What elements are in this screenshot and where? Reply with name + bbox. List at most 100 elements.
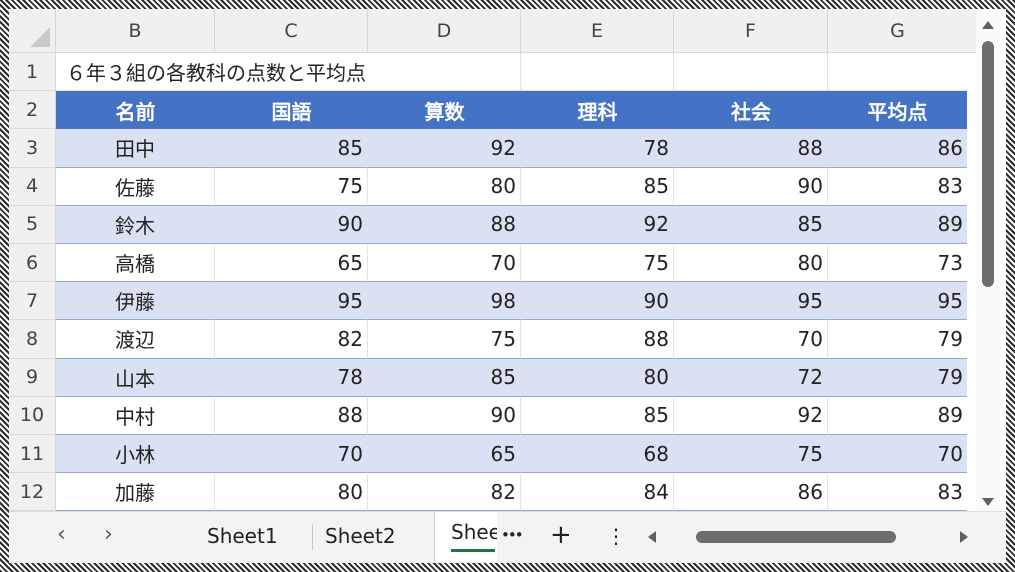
column-header[interactable]: D [368,9,521,53]
row-header[interactable]: 9 [9,358,56,397]
tab-sheet3-active[interactable]: Sheet3 [434,512,497,562]
horizontal-scroll-thumb[interactable] [696,531,896,543]
table-header-cell[interactable]: 名前 [56,91,215,130]
select-all-corner[interactable] [9,9,56,53]
score-cell[interactable]: 80 [521,358,674,397]
score-cell[interactable]: 73 [828,244,967,283]
row-header[interactable]: 3 [9,129,56,168]
score-cell[interactable]: 75 [215,167,368,206]
score-cell[interactable]: 85 [674,205,828,244]
score-cell[interactable]: 80 [368,167,521,206]
score-cell[interactable]: 92 [521,205,674,244]
scroll-up-icon[interactable] [982,21,994,29]
student-name-cell[interactable]: 渡辺 [56,320,215,359]
scroll-down-icon[interactable] [982,498,994,506]
score-cell[interactable]: 65 [368,435,521,474]
score-cell[interactable]: 68 [521,435,674,474]
table-header-cell[interactable]: 社会 [674,91,828,130]
score-cell[interactable]: 88 [674,129,828,168]
score-cell[interactable]: 95 [215,282,368,321]
row-header[interactable]: 8 [9,320,56,359]
score-cell[interactable]: 89 [828,205,967,244]
score-cell[interactable]: 70 [674,320,828,359]
add-sheet-button[interactable]: + [550,520,572,550]
horizontal-scrollbar[interactable] [644,527,979,547]
score-cell[interactable]: 75 [368,320,521,359]
column-header[interactable]: E [521,9,674,53]
score-cell[interactable]: 75 [674,435,828,474]
score-cell[interactable]: 72 [674,358,828,397]
score-cell[interactable]: 88 [521,320,674,359]
score-cell[interactable]: 88 [368,205,521,244]
student-name-cell[interactable]: 中村 [56,396,215,435]
score-cell[interactable]: 85 [521,167,674,206]
tab-sheet1[interactable]: Sheet1 [207,524,278,548]
student-name-cell[interactable]: 佐藤 [56,167,215,206]
score-cell[interactable]: 78 [215,358,368,397]
table-header-cell[interactable]: 平均点 [828,91,967,130]
score-cell[interactable]: 95 [674,282,828,321]
score-cell[interactable]: 86 [674,473,828,512]
score-cell[interactable]: 88 [215,396,368,435]
vertical-scroll-thumb[interactable] [982,41,994,287]
empty-cell[interactable] [828,53,967,92]
score-cell[interactable]: 80 [674,244,828,283]
score-cell[interactable]: 85 [521,396,674,435]
score-cell[interactable]: 82 [368,473,521,512]
score-cell[interactable]: 90 [215,205,368,244]
score-cell[interactable]: 75 [521,244,674,283]
row-header[interactable]: 12 [9,473,56,512]
row-header[interactable]: 5 [9,205,56,244]
score-cell[interactable]: 86 [828,129,967,168]
table-header-cell[interactable]: 国語 [215,91,368,130]
score-cell[interactable]: 90 [521,282,674,321]
student-name-cell[interactable]: 山本 [56,358,215,397]
column-header[interactable]: C [215,9,368,53]
row-header[interactable]: 2 [9,91,56,130]
tab-sheet2[interactable]: Sheet2 [325,524,396,548]
row-header[interactable]: 1 [9,53,56,92]
scroll-left-icon[interactable] [648,531,656,543]
column-header[interactable]: B [56,9,215,53]
score-cell[interactable]: 95 [828,282,967,321]
student-name-cell[interactable]: 加藤 [56,473,215,512]
vertical-scrollbar[interactable] [976,9,1000,511]
score-cell[interactable]: 90 [674,167,828,206]
row-header[interactable]: 11 [9,435,56,474]
score-cell[interactable]: 82 [215,320,368,359]
column-header[interactable]: F [674,9,828,53]
row-header[interactable]: 7 [9,282,56,321]
row-header[interactable]: 4 [9,167,56,206]
score-cell[interactable]: 84 [521,473,674,512]
score-cell[interactable]: 70 [215,435,368,474]
row-header[interactable]: 10 [9,396,56,435]
score-cell[interactable]: 79 [828,358,967,397]
next-sheet-button[interactable]: › [104,522,113,547]
score-cell[interactable]: 79 [828,320,967,359]
score-cell[interactable]: 90 [368,396,521,435]
empty-cell[interactable] [674,53,828,92]
student-name-cell[interactable]: 高橋 [56,244,215,283]
table-header-cell[interactable]: 理科 [521,91,674,130]
more-sheets-button[interactable]: ••• [501,526,524,544]
score-cell[interactable]: 83 [828,167,967,206]
score-cell[interactable]: 89 [828,396,967,435]
table-header-cell[interactable]: 算数 [368,91,521,130]
score-cell[interactable]: 85 [368,358,521,397]
score-cell[interactable]: 85 [215,129,368,168]
score-cell[interactable]: 70 [368,244,521,283]
student-name-cell[interactable]: 小林 [56,435,215,474]
score-cell[interactable]: 98 [368,282,521,321]
row-header[interactable]: 6 [9,244,56,283]
score-cell[interactable]: 92 [674,396,828,435]
sheet-title-cell[interactable]: ６年３組の各教科の点数と平均点 [56,53,521,92]
student-name-cell[interactable]: 伊藤 [56,282,215,321]
score-cell[interactable]: 83 [828,473,967,512]
prev-sheet-button[interactable]: ‹ [57,522,66,547]
column-header[interactable]: G [828,9,967,53]
score-cell[interactable]: 70 [828,435,967,474]
score-cell[interactable]: 80 [215,473,368,512]
score-cell[interactable]: 78 [521,129,674,168]
empty-cell[interactable] [521,53,674,92]
student-name-cell[interactable]: 田中 [56,129,215,168]
